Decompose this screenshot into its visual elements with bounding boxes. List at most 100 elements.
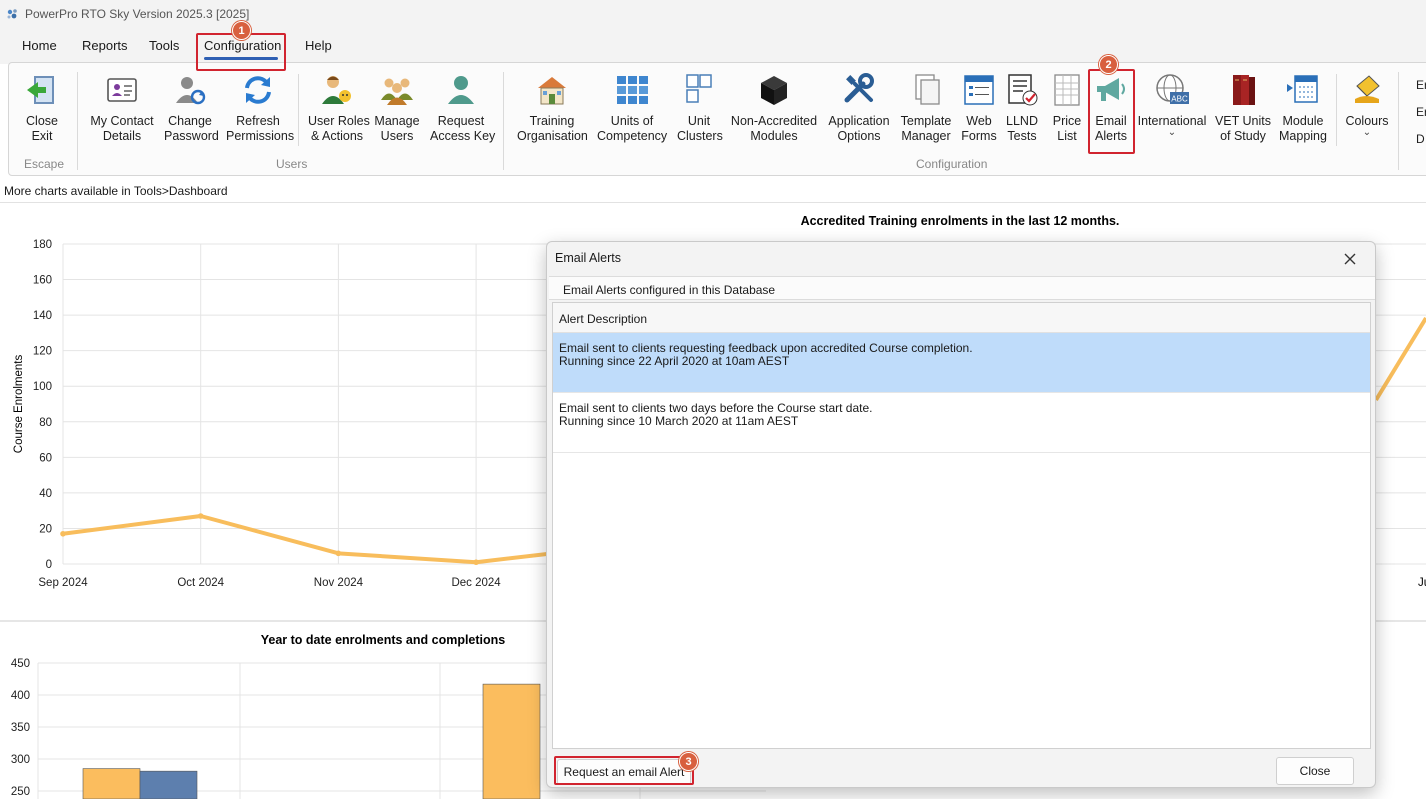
- user-roles-actions-button[interactable]: User Roles & Actions: [308, 72, 370, 144]
- callout-badge-1: 1: [232, 21, 251, 40]
- alert-running-since: Running since 10 March 2020 at 11am AEST: [559, 414, 799, 428]
- llnd-tests-button[interactable]: LLND Tests: [1004, 72, 1040, 144]
- x-tick-label: Oct 2024: [177, 577, 224, 589]
- exit-door-icon: [27, 76, 54, 104]
- y-tick-label: 100: [33, 381, 52, 393]
- y-tick-label: 0: [46, 559, 52, 571]
- email-alerts-dialog: Email Alerts Email Alerts configured in …: [546, 241, 1376, 788]
- module-mapping-button[interactable]: Module Mapping: [1276, 72, 1330, 144]
- close-button[interactable]: Close: [1276, 757, 1354, 785]
- books-icon: [1233, 75, 1255, 105]
- title-bar: PowerPro RTO Sky Version 2025.3 [2025]: [0, 0, 1426, 28]
- bar-chart-title: Year to date enrolments and completions: [261, 633, 506, 647]
- mapping-icon: [1287, 75, 1318, 103]
- dialog-close-x-button[interactable]: [1337, 250, 1363, 268]
- menu-home[interactable]: Home: [22, 38, 57, 53]
- callout-box-email-alerts: [1088, 69, 1135, 154]
- ribbon-separator: [298, 74, 299, 146]
- group-label-escape: Escape: [24, 157, 65, 171]
- y-tick-label: 60: [39, 452, 52, 464]
- data-point: [335, 550, 342, 557]
- request-access-key-button[interactable]: Request Access Key: [430, 72, 495, 144]
- close-exit-button[interactable]: Close Exit: [20, 72, 64, 144]
- callout-box-request-alert: [554, 756, 694, 785]
- units-of-competency-button[interactable]: Units of Competency: [597, 72, 667, 144]
- menu-reports[interactable]: Reports: [82, 38, 128, 53]
- group-label-configuration: Configuration: [916, 157, 988, 171]
- documents-icon: [915, 74, 940, 105]
- x-tick-label: Sep 2024: [38, 577, 88, 589]
- alert-running-since: Running since 22 April 2020 at 10am AEST: [559, 354, 790, 368]
- close-icon: [1344, 253, 1356, 265]
- table-row[interactable]: Email sent to clients requesting feedbac…: [553, 333, 1370, 393]
- bar: [482, 683, 541, 799]
- ribbon-separator: [1336, 74, 1337, 146]
- line-chart-ylabel: Course Enrolments: [13, 355, 25, 454]
- table-row[interactable]: Email sent to clients two days before th…: [553, 393, 1370, 453]
- y-tick-label: 120: [33, 346, 52, 358]
- y-tick-label: 350: [11, 722, 30, 734]
- chevron-down-icon: ⌄: [1362, 127, 1372, 138]
- globe-abc-icon: ABC: [1156, 74, 1189, 104]
- user-roles-icon: [322, 76, 351, 104]
- ribbon-separator: [1398, 72, 1399, 170]
- price-sheet-icon: [1054, 74, 1080, 106]
- dialog-section-header: Email Alerts configured in this Database: [549, 276, 1375, 300]
- y-tick-label: 450: [11, 658, 30, 670]
- vet-units-of-study-button[interactable]: VET Units of Study: [1214, 72, 1272, 144]
- column-header-alert-description[interactable]: Alert Description: [553, 303, 1370, 333]
- bar: [139, 770, 198, 799]
- app-logo-icon: [7, 9, 17, 19]
- user-key-icon: [448, 76, 474, 104]
- x-tick-label: Ju: [1418, 577, 1426, 589]
- checklist-icon: [1008, 74, 1038, 106]
- callout-badge-3: 3: [679, 752, 698, 771]
- y-tick-label: 400: [11, 690, 30, 702]
- template-manager-button[interactable]: Template Manager: [900, 72, 952, 144]
- ribbon-cutoff-label[interactable]: Er: [1416, 78, 1426, 92]
- training-organisation-button[interactable]: Training Organisation: [517, 72, 588, 144]
- y-tick-label: 300: [11, 754, 30, 766]
- data-point: [473, 559, 479, 566]
- ribbon-cutoff-label[interactable]: Er: [1416, 105, 1426, 119]
- paint-bucket-icon: [1355, 75, 1380, 103]
- bar: [82, 768, 141, 799]
- menu-tools[interactable]: Tools: [149, 38, 179, 53]
- application-options-button[interactable]: Application Options: [827, 72, 891, 144]
- colours-button[interactable]: Colours ⌄: [1342, 72, 1392, 138]
- international-button[interactable]: ABC International ⌄: [1136, 72, 1208, 138]
- ribbon-separator: [77, 72, 78, 170]
- chevron-down-icon: ⌄: [1167, 127, 1177, 138]
- group-label-users: Users: [276, 157, 308, 171]
- refresh-permissions-button[interactable]: Refresh Permissions: [226, 72, 294, 144]
- y-tick-label: 20: [39, 523, 52, 535]
- manage-users-button[interactable]: Manage Users: [373, 72, 421, 144]
- data-point: [197, 513, 204, 519]
- my-contact-details-button[interactable]: My Contact Details: [90, 72, 154, 144]
- tools-icon: [844, 73, 874, 103]
- series-line-segment: [1374, 316, 1426, 402]
- group-users-icon: [381, 78, 413, 105]
- y-tick-label: 140: [33, 310, 52, 322]
- svg-text:ABC: ABC: [1171, 95, 1188, 104]
- x-tick-label: Dec 2024: [451, 577, 501, 589]
- non-accredited-modules-button[interactable]: Non-Accredited Modules: [729, 72, 819, 144]
- user-refresh-icon: [176, 77, 206, 105]
- data-point: [60, 530, 66, 537]
- web-forms-button[interactable]: Web Forms: [960, 72, 998, 144]
- web-form-icon: [964, 75, 994, 105]
- price-list-button[interactable]: Price List: [1048, 72, 1086, 144]
- unit-clusters-button[interactable]: Unit Clusters: [677, 72, 723, 144]
- cluster-squares-icon: [686, 74, 712, 103]
- callout-badge-2: 2: [1099, 55, 1118, 74]
- section-label: Email Alerts configured in this Database: [563, 283, 776, 297]
- y-tick-label: 180: [33, 239, 52, 251]
- menu-help[interactable]: Help: [305, 38, 332, 53]
- y-tick-label: 250: [11, 786, 30, 798]
- alerts-grid[interactable]: Alert Description Email sent to clients …: [552, 302, 1371, 749]
- change-password-button[interactable]: Change Password: [164, 72, 219, 144]
- ribbon-cutoff-label[interactable]: D: [1416, 132, 1425, 146]
- x-tick-label: Nov 2024: [314, 577, 364, 589]
- dashboard-hint-text: More charts available in Tools>Dashboard: [4, 184, 228, 198]
- y-tick-label: 80: [39, 417, 52, 429]
